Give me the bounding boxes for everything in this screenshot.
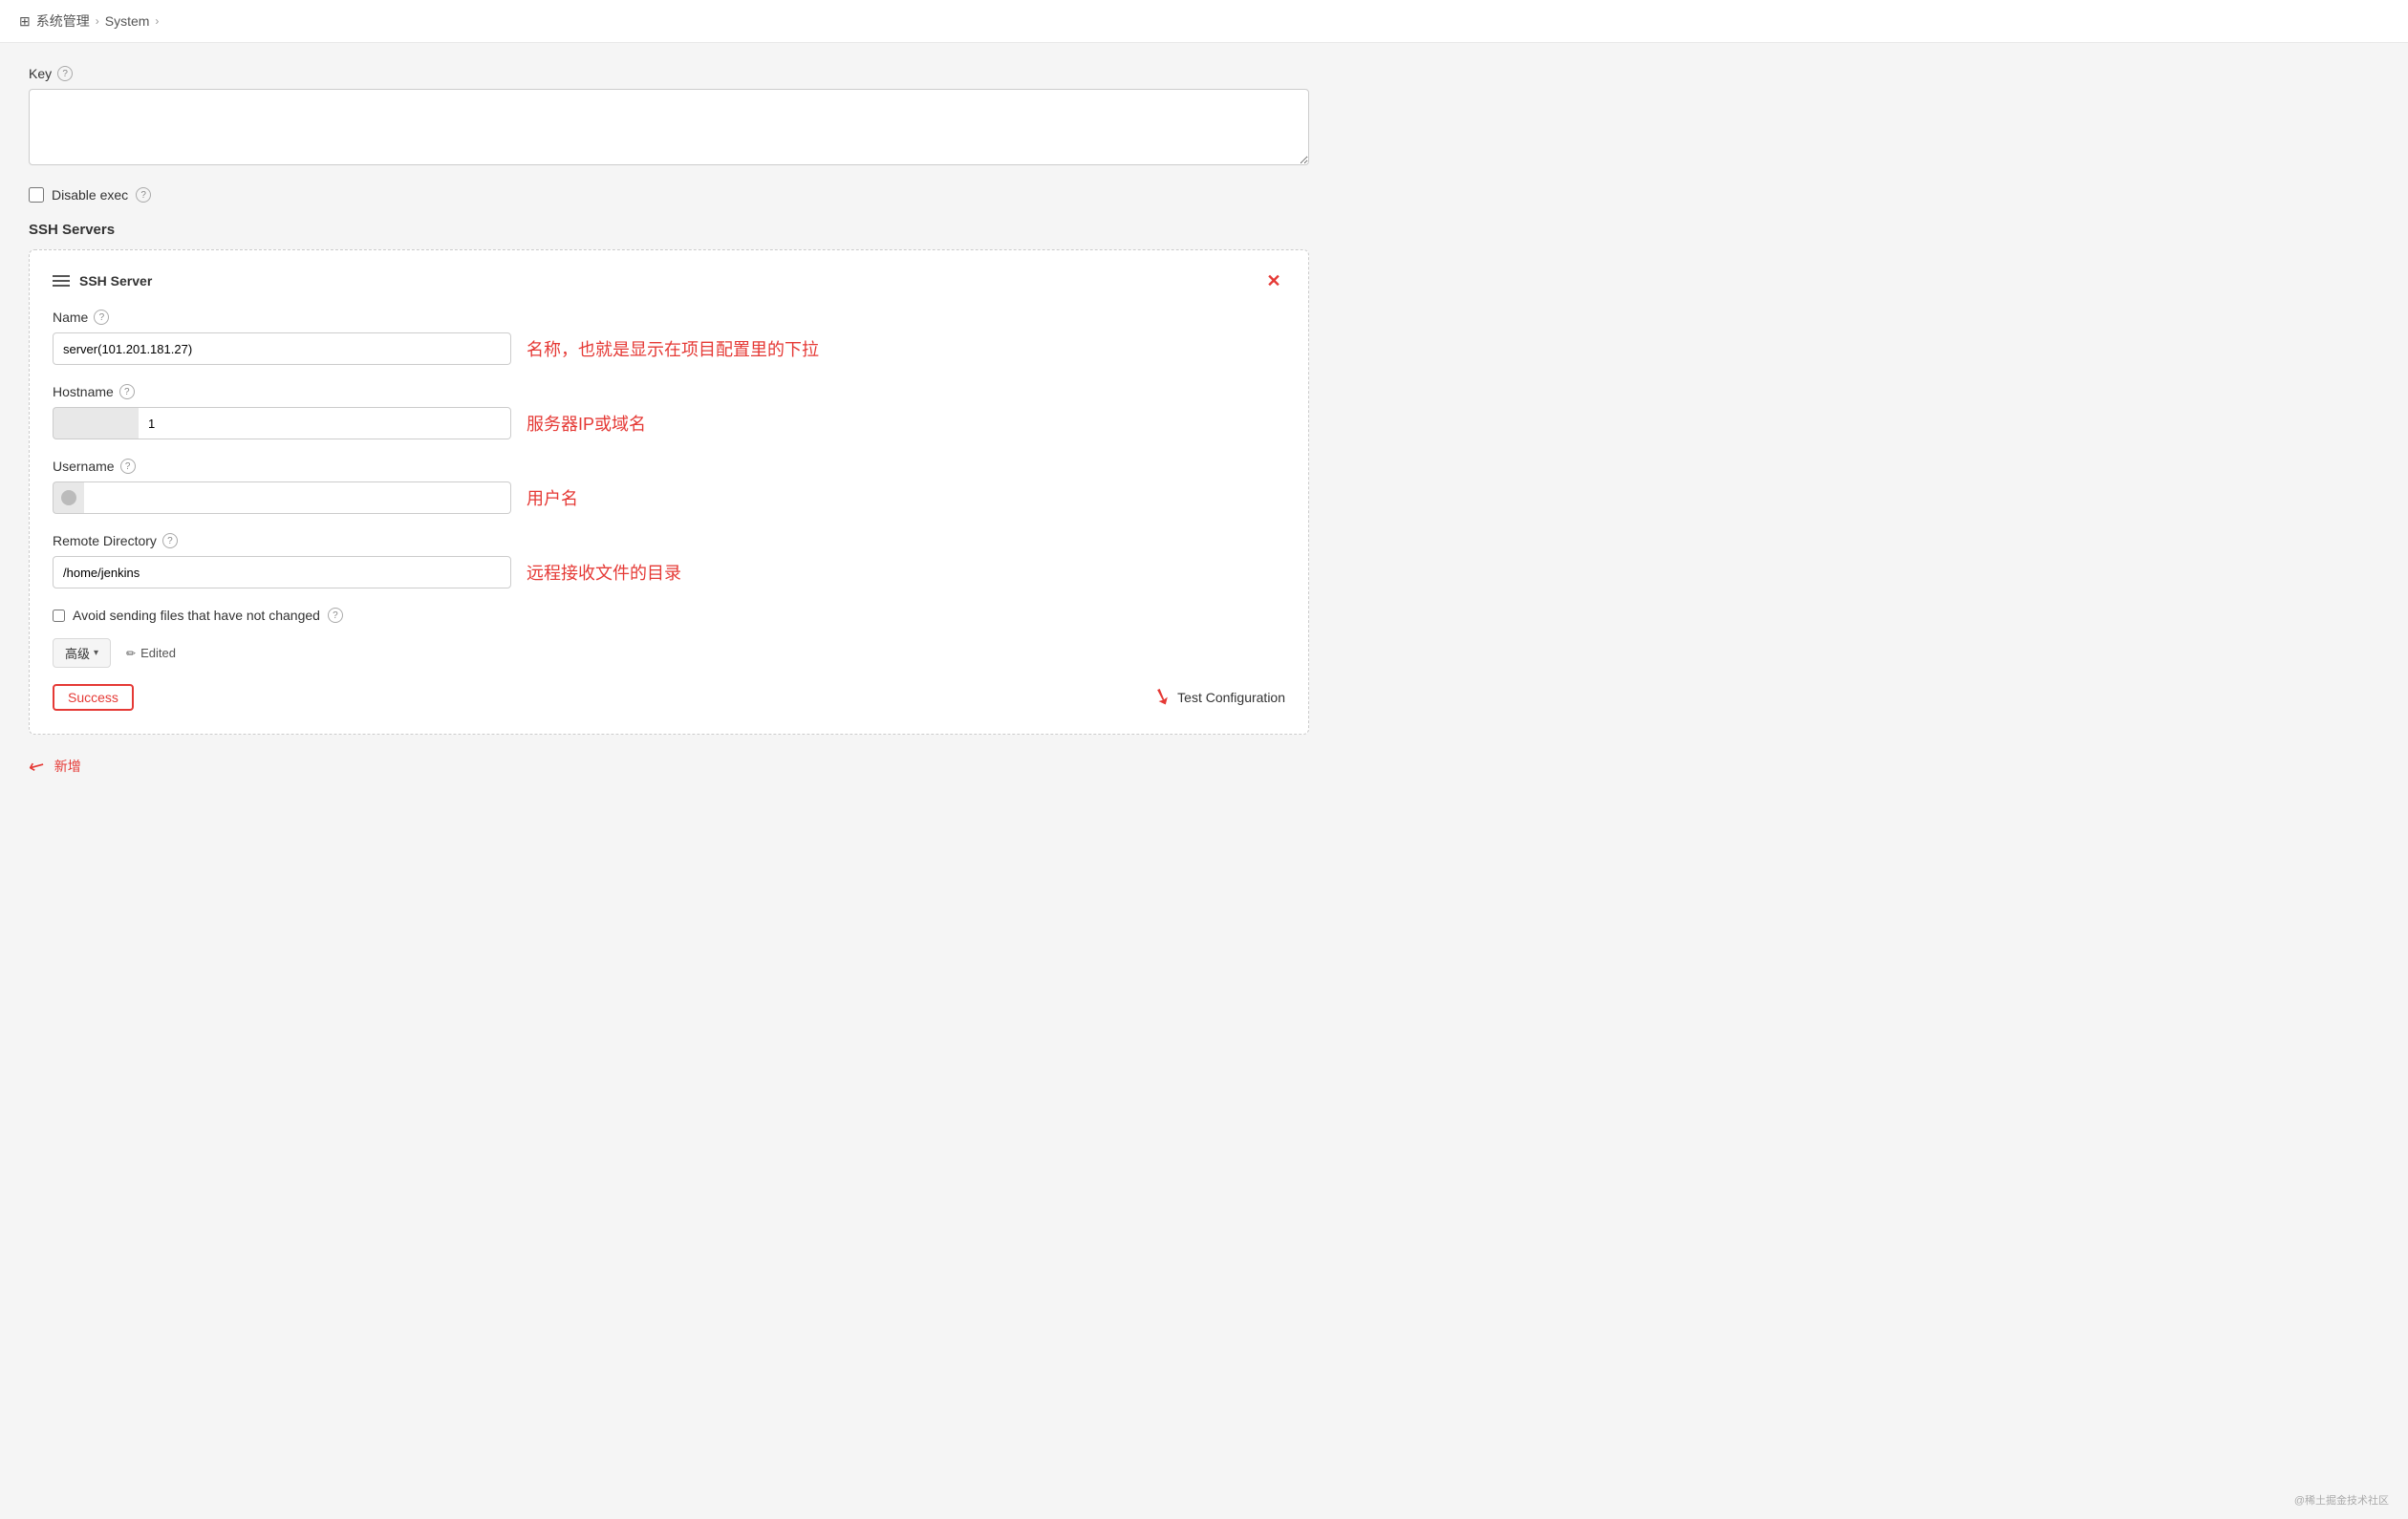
username-label-text: Username (53, 459, 115, 474)
hostname-label: Hostname ? (53, 384, 1285, 399)
username-field-group: Username ? 用户名 (53, 459, 1285, 514)
ssh-servers-title: SSH Servers (29, 222, 1309, 238)
avoid-sending-checkbox[interactable] (53, 610, 65, 622)
breadcrumb-sep-1: › (96, 14, 99, 28)
name-input[interactable] (53, 332, 511, 365)
success-badge[interactable]: Success (53, 684, 134, 711)
disable-exec-row: Disable exec ? (29, 187, 1309, 203)
add-arrow-icon: ↙ (24, 751, 50, 780)
action-row: Success ➘ Test Configuration (53, 683, 1285, 711)
key-label: Key ? (29, 66, 1309, 81)
advanced-label: 高级 (65, 644, 90, 662)
test-configuration-label: Test Configuration (1177, 690, 1285, 705)
username-prefix (53, 481, 84, 514)
user-avatar-icon (61, 490, 76, 505)
bottom-actions: ↙ 新增 (29, 754, 1309, 778)
key-label-text: Key (29, 66, 52, 81)
edited-label: ✏ Edited (126, 646, 176, 660)
username-label: Username ? (53, 459, 1285, 474)
name-field-group: Name ? 名称，也就是显示在项目配置里的下拉 (53, 310, 1285, 365)
remote-dir-help-icon[interactable]: ? (162, 533, 178, 548)
disable-exec-checkbox[interactable] (29, 187, 44, 203)
home-icon: ⊞ (19, 13, 31, 30)
edited-text: Edited (140, 646, 176, 660)
close-server-button[interactable]: ✕ (1262, 269, 1285, 292)
advanced-row: 高级 ▾ ✏ Edited (53, 638, 1285, 668)
name-help-icon[interactable]: ? (94, 310, 109, 325)
username-help-icon[interactable]: ? (120, 459, 136, 474)
key-textarea[interactable] (29, 89, 1309, 165)
footer-note: @稀土掘金技术社区 (2294, 1492, 2389, 1508)
ssh-server-title: SSH Server (79, 273, 152, 289)
key-help-icon[interactable]: ? (57, 66, 73, 81)
ssh-server-header: SSH Server ✕ (53, 269, 1285, 292)
hostname-input[interactable] (139, 407, 511, 439)
breadcrumb: ⊞ 系统管理 › System › (0, 0, 2408, 43)
remote-dir-annotation: 远程接收文件的目录 (527, 560, 681, 585)
breadcrumb-link-admin[interactable]: 系统管理 (36, 11, 90, 31)
breadcrumb-sep-2: › (155, 14, 159, 28)
avoid-sending-help-icon[interactable]: ? (328, 608, 343, 623)
hostname-prefix (53, 407, 139, 439)
name-label: Name ? (53, 310, 1285, 325)
remote-dir-field-group: Remote Directory ? 远程接收文件的目录 (53, 533, 1285, 588)
hostname-help-icon[interactable]: ? (119, 384, 135, 399)
add-server-button[interactable]: 新增 (54, 757, 81, 776)
drag-handle-icon[interactable] (53, 275, 70, 287)
hostname-field-group: Hostname ? 服务器IP或域名 (53, 384, 1285, 439)
chevron-down-icon: ▾ (94, 648, 98, 658)
key-field-group: Key ? (29, 66, 1309, 168)
remote-dir-label: Remote Directory ? (53, 533, 1285, 548)
ssh-server-card: SSH Server ✕ Name ? 名称，也就是显示在项目配置里的下拉 Ho… (29, 249, 1309, 735)
name-label-text: Name (53, 310, 88, 325)
avoid-sending-label: Avoid sending files that have not change… (73, 608, 320, 623)
test-config-section: ➘ Test Configuration (1152, 683, 1285, 711)
remote-dir-label-text: Remote Directory (53, 533, 157, 548)
hostname-annotation: 服务器IP或域名 (527, 411, 646, 436)
success-badge-wrapper: Success (53, 684, 134, 711)
name-annotation: 名称，也就是显示在项目配置里的下拉 (527, 336, 819, 361)
breadcrumb-link-system[interactable]: System (105, 13, 150, 29)
disable-exec-label: Disable exec (52, 187, 128, 203)
hostname-label-text: Hostname (53, 384, 114, 399)
arrow-icon: ➘ (1149, 680, 1176, 713)
remote-dir-input[interactable] (53, 556, 511, 588)
advanced-button[interactable]: 高级 ▾ (53, 638, 111, 668)
disable-exec-help-icon[interactable]: ? (136, 187, 151, 203)
ssh-server-header-left: SSH Server (53, 273, 152, 289)
pencil-icon: ✏ (126, 647, 136, 660)
username-annotation: 用户名 (527, 485, 578, 510)
username-input[interactable] (84, 481, 511, 514)
avoid-sending-row: Avoid sending files that have not change… (53, 608, 1285, 623)
